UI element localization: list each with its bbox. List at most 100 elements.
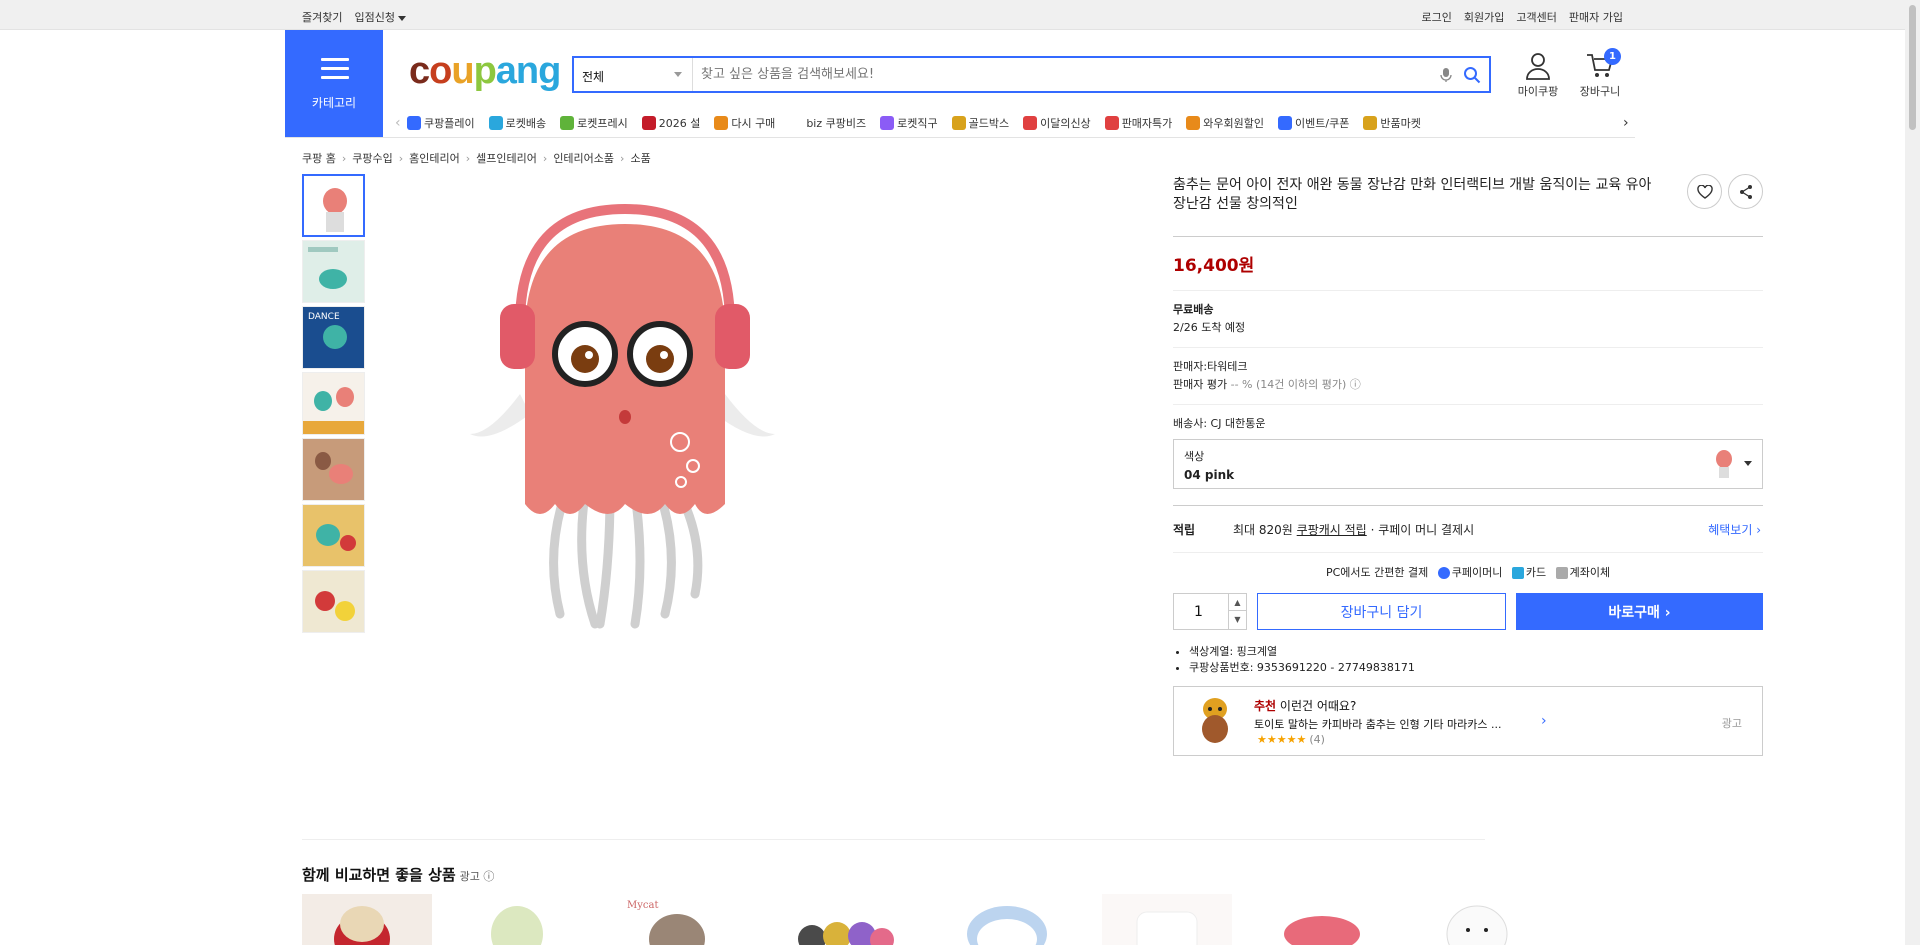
main-product-image[interactable] <box>435 194 805 644</box>
spec-item: 색상계열: 핑크계열 <box>1189 644 1763 660</box>
share-button[interactable] <box>1728 174 1763 209</box>
chevron-left-icon[interactable]: ‹ <box>395 115 407 131</box>
compare-product-list: Mycat <box>302 894 1552 945</box>
recommend-card[interactable]: 추천 이런건 어때요? 토이토 말하는 카피바라 춤추는 인형 기타 마라카스 … <box>1173 686 1763 756</box>
thumbnail-7[interactable] <box>302 570 365 633</box>
benefit-link[interactable]: 혜택보기 › <box>1708 521 1761 538</box>
reward-condition: · 쿠페이 머니 결제시 <box>1370 522 1475 537</box>
search-scope-value: 전체 <box>582 70 605 84</box>
option-value: 04 pink <box>1184 468 1235 482</box>
breadcrumb-item[interactable]: 셀프인테리어 <box>476 152 537 165</box>
add-to-cart-button[interactable]: 장바구니 담기 <box>1257 593 1506 630</box>
coupang-cash-link[interactable]: 쿠팡캐시 적립 <box>1297 521 1367 538</box>
top-utility-bar: 즐겨찾기 입점신청 로그인 회원가입 고객센터 판매자 가입 <box>0 0 1920 30</box>
recommend-heading: 이런건 어때요? <box>1279 699 1357 713</box>
menu-item[interactable]: biz 쿠팡비즈 <box>789 115 866 131</box>
menu-item-icon <box>951 116 966 130</box>
seller-name[interactable]: 판매자:타워테크 <box>1173 358 1763 376</box>
quantity-up-button[interactable]: ▲ <box>1229 594 1246 611</box>
compare-product-4[interactable] <box>782 894 912 945</box>
chevron-right-icon[interactable]: › <box>1623 115 1635 131</box>
menu-item-label: 골드박스 <box>968 117 1010 130</box>
search-scope-select[interactable]: 전체 <box>574 58 693 91</box>
thumbnail-2[interactable] <box>302 240 365 303</box>
menu-item[interactable]: 이달의신상 <box>1023 115 1091 131</box>
wishlist-button[interactable] <box>1687 174 1722 209</box>
thumbnail-3[interactable]: DANCE <box>302 306 365 369</box>
thumbnail-4[interactable] <box>302 372 365 435</box>
thumbnail-1[interactable] <box>302 174 365 237</box>
buy-now-button[interactable]: 바로구매 › <box>1516 593 1763 630</box>
menu-item[interactable]: 골드박스 <box>951 115 1010 131</box>
category-button[interactable]: 카테고리 <box>285 30 383 137</box>
quantity-down-button[interactable]: ▼ <box>1229 611 1246 628</box>
menu-item[interactable]: 2026 설 <box>641 115 700 131</box>
menu-item-icon <box>789 116 804 130</box>
pay-money: 쿠페이머니 <box>1451 566 1503 579</box>
spec-list: 색상계열: 핑크계열 쿠팡상품번호: 9353691220 - 27749838… <box>1173 644 1763 676</box>
page-scrollbar[interactable] <box>1905 0 1920 945</box>
seller-signup-link[interactable]: 판매자 가입 <box>1569 9 1623 25</box>
menu-item[interactable]: 쿠팡플레이 <box>407 115 475 131</box>
scrollbar-thumb[interactable] <box>1909 5 1916 130</box>
breadcrumb-item[interactable]: 쿠팡 홈 <box>302 152 336 165</box>
thumbnail-5[interactable] <box>302 438 365 501</box>
compare-product-8[interactable] <box>1422 894 1552 945</box>
menu-item[interactable]: 반품마켓 <box>1363 115 1421 131</box>
menu-item-label: biz 쿠팡비즈 <box>806 117 867 130</box>
compare-product-7[interactable] <box>1262 894 1392 945</box>
menu-item[interactable]: 와우회원할인 <box>1186 115 1264 131</box>
compare-product-1[interactable] <box>302 894 432 945</box>
breadcrumb-item[interactable]: 소품 <box>630 152 650 165</box>
menu-item[interactable]: 로켓직구 <box>880 115 938 131</box>
menu-item[interactable]: 이벤트/쿠폰 <box>1278 115 1349 131</box>
bookmark-link[interactable]: 즐겨찾기 <box>302 9 342 25</box>
compare-product-3[interactable]: Mycat <box>622 894 752 945</box>
menu-item[interactable]: 판매자특가 <box>1104 115 1172 131</box>
menu-item-label: 로켓직구 <box>897 117 938 130</box>
compare-product-6[interactable] <box>1102 894 1232 945</box>
breadcrumb-separator-icon: › <box>620 152 625 165</box>
chevron-right-icon[interactable]: › <box>1541 713 1547 729</box>
seller-apply-link[interactable]: 입점신청 <box>354 9 406 25</box>
menu-item[interactable]: 다시 구매 <box>714 115 775 131</box>
mycoupang-button[interactable]: 마이쿠팡 <box>1513 52 1563 99</box>
breadcrumb-separator-icon: › <box>542 152 548 165</box>
menu-item-icon <box>641 116 656 130</box>
color-option-select[interactable]: 색상 04 pink <box>1173 439 1763 489</box>
login-link[interactable]: 로그인 <box>1422 9 1452 25</box>
info-icon[interactable]: ⓘ <box>1350 378 1361 391</box>
review-count: (4) <box>1309 733 1325 746</box>
caret-down-icon <box>397 15 406 21</box>
menu-item-icon <box>1023 116 1038 130</box>
compare-product-5[interactable] <box>942 894 1072 945</box>
star-rating: ★★★★★ (4) <box>1257 733 1325 746</box>
quantity-input[interactable]: 1 <box>1194 604 1203 620</box>
quantity-stepper: 1 ▲ ▼ <box>1173 593 1247 630</box>
menu-item[interactable]: 로켓프레시 <box>560 115 628 131</box>
shipping-title: 무료배송 <box>1173 303 1214 316</box>
breadcrumb-item[interactable]: 홈인테리어 <box>409 152 460 165</box>
breadcrumb-item[interactable]: 쿠팡수입 <box>352 152 392 165</box>
spec-item: 쿠팡상품번호: 9353691220 - 27749838171 <box>1189 660 1763 676</box>
search-input[interactable] <box>693 67 1433 82</box>
svg-text:Mycat: Mycat <box>627 900 658 911</box>
menu-item[interactable]: 로켓배송 <box>488 115 546 131</box>
coupang-logo[interactable]: coupang <box>409 50 561 93</box>
thumbnail-list: DANCE <box>302 174 365 636</box>
menu-item-label: 쿠팡플레이 <box>424 117 475 130</box>
recommend-product-image <box>1202 698 1228 743</box>
breadcrumb-item[interactable]: 인테리어소품 <box>553 152 614 165</box>
menu-item-label: 이달의신상 <box>1040 117 1091 130</box>
customer-center-link[interactable]: 고객센터 <box>1516 9 1556 25</box>
mic-icon[interactable] <box>1433 62 1459 88</box>
menu-item-label: 와우회원할인 <box>1203 117 1265 130</box>
signup-link[interactable]: 회원가입 <box>1464 9 1504 25</box>
compare-product-2[interactable] <box>462 894 592 945</box>
thumbnail-6[interactable] <box>302 504 365 567</box>
svg-text:DANCE: DANCE <box>308 312 340 322</box>
search-icon[interactable] <box>1459 62 1485 88</box>
hamburger-icon <box>321 58 349 85</box>
share-icon <box>1739 184 1752 199</box>
cart-button[interactable]: 장바구니 1 <box>1575 48 1625 99</box>
